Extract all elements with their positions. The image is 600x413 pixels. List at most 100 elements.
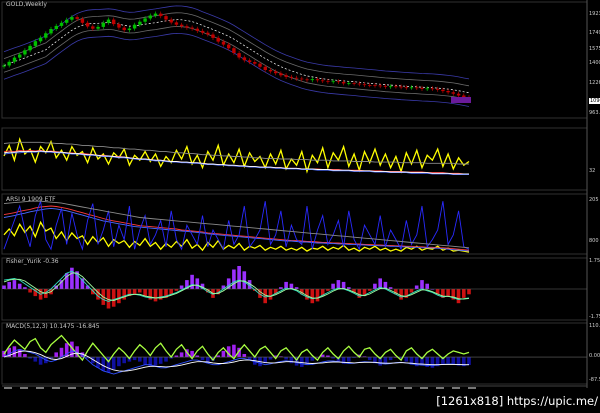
macd-histogram-bar xyxy=(388,357,393,361)
bands-series-line-2 xyxy=(3,207,470,252)
bands-series-line-4 xyxy=(3,200,470,249)
price-axis-tick: 1575 xyxy=(589,46,600,52)
candle-body xyxy=(436,88,440,90)
macd-histogram-bar xyxy=(221,350,226,358)
chart-root: GOLD,Weekly ARSI 9 1909 ETF Fisher_Yurik… xyxy=(0,0,600,409)
candle-body xyxy=(347,83,351,84)
time-axis-tick xyxy=(324,387,332,389)
candle-body xyxy=(65,19,69,23)
time-axis-tick xyxy=(436,387,444,389)
macd-histogram-bar xyxy=(153,357,158,366)
macd-histogram-bar xyxy=(17,349,22,357)
candle-body xyxy=(91,26,95,29)
fisher-histogram-bar xyxy=(268,289,273,300)
time-axis-tick xyxy=(452,387,460,389)
last-price-value: 1090 xyxy=(589,98,600,104)
candle-body xyxy=(237,53,241,58)
time-axis-tick xyxy=(260,387,268,389)
macd-axis-tick: -87.5 xyxy=(589,377,600,383)
candle-body xyxy=(373,85,377,86)
band-inner-upper-line xyxy=(3,12,470,87)
candle-body xyxy=(159,13,163,17)
time-axis-tick xyxy=(404,387,412,389)
candle-body xyxy=(368,85,372,86)
time-axis-tick xyxy=(292,387,300,389)
candle-body xyxy=(59,22,64,26)
price-pane-frame xyxy=(1,1,588,119)
candle-body xyxy=(274,71,278,74)
candle-body xyxy=(153,13,158,16)
macd-histogram-bar xyxy=(232,344,236,357)
macd-histogram-bar xyxy=(132,357,137,361)
price-pane-label: GOLD,Weekly xyxy=(6,1,47,8)
candle-body xyxy=(331,81,335,83)
band-mid-dashed-line xyxy=(3,19,470,94)
band-outer-lower-line xyxy=(3,32,470,107)
time-axis-tick xyxy=(164,387,172,389)
macd-histogram-bar xyxy=(59,347,64,357)
fisher-histogram-bar xyxy=(237,266,241,289)
time-axis-tick xyxy=(356,387,364,389)
macd-histogram-bar xyxy=(242,354,247,358)
fisher-histogram-bar xyxy=(420,280,424,289)
fisher-histogram-bar xyxy=(242,271,247,289)
last-price-marker xyxy=(451,97,471,103)
band-outer-upper-line xyxy=(3,5,470,80)
macd-histogram-bar xyxy=(101,357,106,371)
bands-axis-tick: 205 xyxy=(589,197,599,203)
time-axis-tick xyxy=(276,387,284,389)
bands-pane-label: ARSI 9 1909 ETF xyxy=(6,196,56,203)
macd-histogram-bar xyxy=(467,357,471,365)
fisher-histogram-bar xyxy=(117,289,121,304)
time-axis-tick xyxy=(36,387,44,389)
candle-body xyxy=(451,92,455,94)
macd-histogram-bar xyxy=(23,354,27,358)
candle-body xyxy=(357,83,361,85)
candle-body xyxy=(263,66,267,70)
time-axis-tick xyxy=(244,387,252,389)
fisher-histogram-bar xyxy=(467,289,471,295)
candle-body xyxy=(300,78,304,80)
fisher-histogram-bar xyxy=(341,281,346,289)
time-axis-tick xyxy=(196,387,204,389)
macd-histogram-bar xyxy=(451,357,456,364)
fisher-histogram-bar xyxy=(111,289,116,307)
fisher-histogram-bar xyxy=(446,289,450,297)
time-axis-tick xyxy=(468,387,476,389)
macd-histogram-bar xyxy=(164,357,168,362)
macd-histogram-bar xyxy=(310,357,315,361)
candle-body xyxy=(409,87,414,89)
bands-axis-tick: 800 xyxy=(589,238,599,244)
fisher-histogram-bar xyxy=(153,289,158,302)
candle-body xyxy=(294,77,299,79)
candle-body xyxy=(310,79,314,81)
watermark-text: [1261x818] https://upic.me/ xyxy=(432,393,600,409)
candle-body xyxy=(106,19,111,23)
time-axis-tick xyxy=(388,387,396,389)
macd-axis-tick: 0.00 xyxy=(589,353,600,359)
bands-pane-frame xyxy=(1,193,588,255)
macd-pane-label: MACD(5,12,3) 10.1475 -16.845 xyxy=(6,323,100,330)
candle-body xyxy=(247,60,252,62)
candle-body xyxy=(216,37,220,42)
time-axis-tick xyxy=(308,387,316,389)
macd-histogram-bar xyxy=(158,357,163,364)
fisher-pane-label: Fisher_Yurik -0.36 xyxy=(6,258,59,265)
macd-histogram-bar xyxy=(122,357,126,364)
price-axis-tick: 1400 xyxy=(589,60,600,66)
candle-body xyxy=(326,80,330,82)
candle-body xyxy=(336,81,341,83)
fisher-axis-tick: 1.751 xyxy=(589,258,600,264)
candle-body xyxy=(18,54,22,58)
price-axis-tick: 963.1 xyxy=(589,110,600,116)
candle-body xyxy=(253,62,257,64)
fisher-histogram-bar xyxy=(7,281,11,289)
candle-body xyxy=(430,88,435,90)
candle-body xyxy=(394,86,398,88)
candle-body xyxy=(132,24,137,29)
candle-body xyxy=(221,41,226,45)
fisher-histogram-bar xyxy=(456,289,461,304)
time-axis-tick xyxy=(180,387,188,389)
candle-body xyxy=(33,41,38,46)
fisher-histogram-bar xyxy=(122,289,126,300)
